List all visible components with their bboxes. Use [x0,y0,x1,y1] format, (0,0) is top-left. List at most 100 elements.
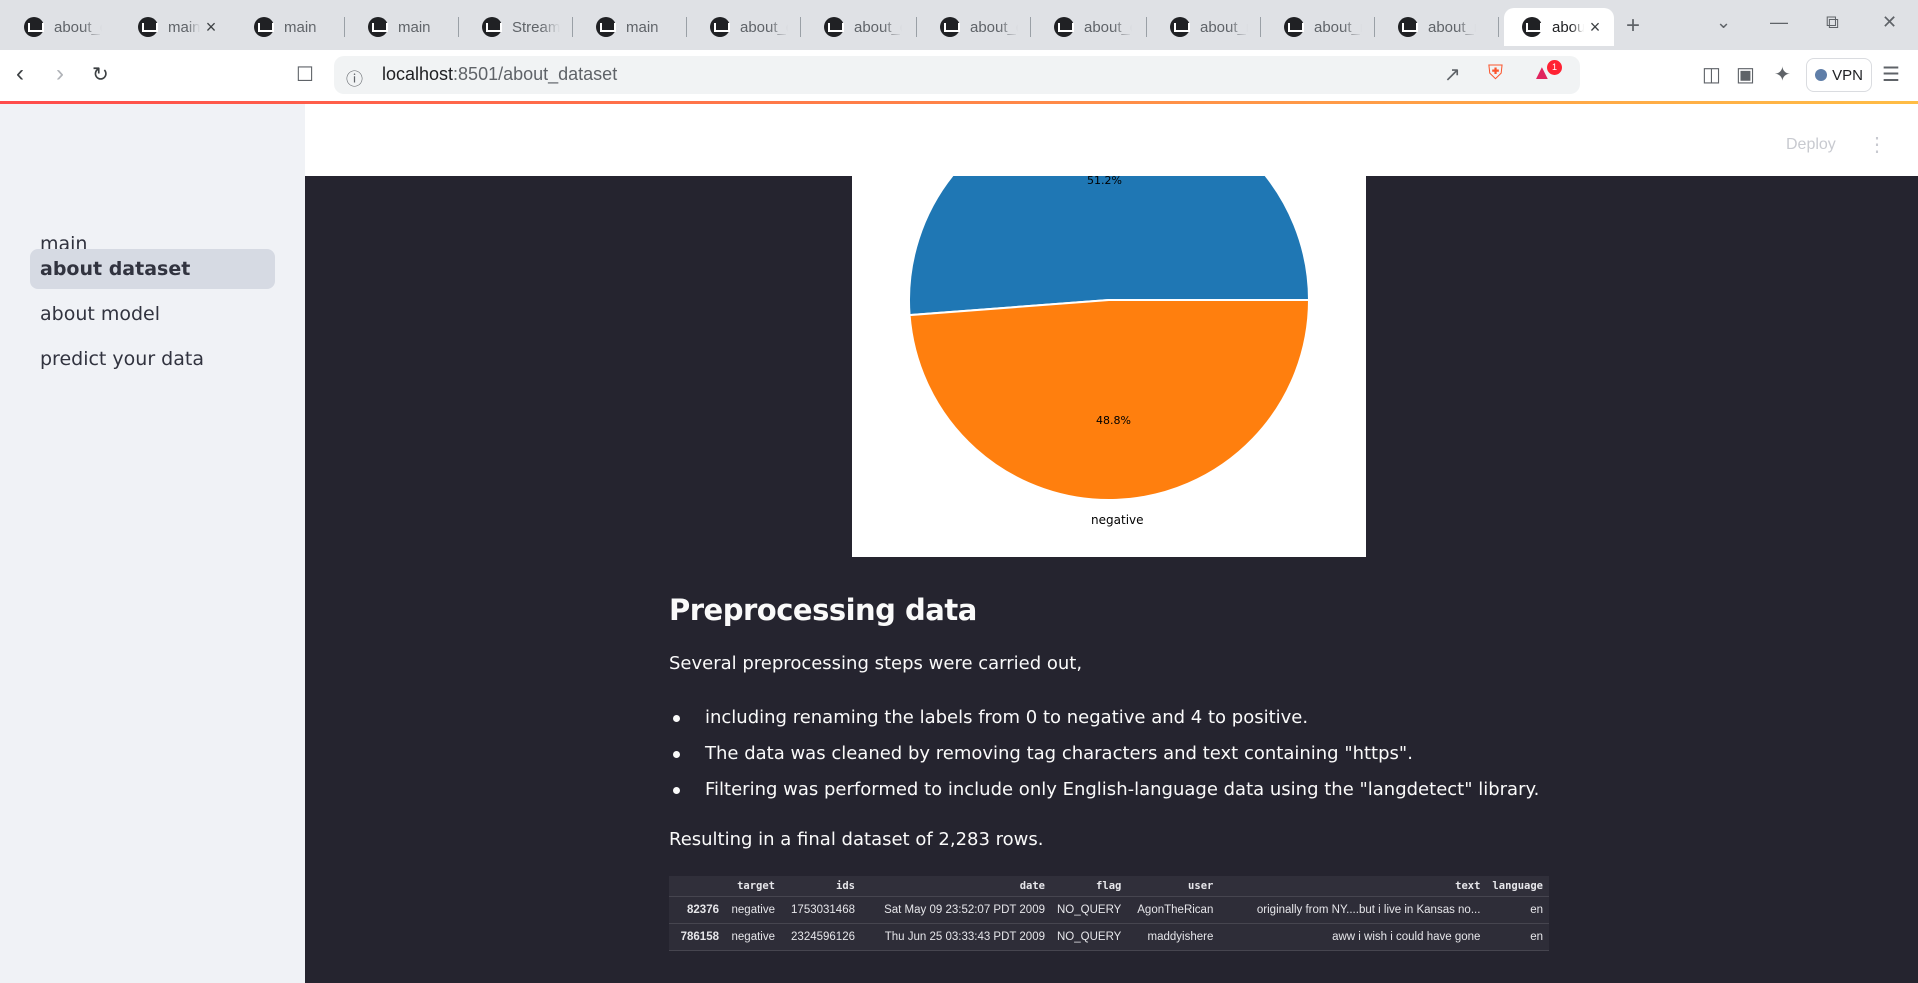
pie-slice-positive [908,176,1311,317]
streamlit-favicon-icon [138,17,158,37]
back-icon[interactable]: ‹ [16,60,24,88]
browser-tab[interactable]: main × [120,8,230,46]
rewards-badge: 1 [1547,60,1562,75]
browser-tab[interactable]: about_model [1266,8,1362,46]
preprocessing-steps-list: including renaming the labels from 0 to … [669,703,1539,811]
browser-tab[interactable]: main [236,8,332,46]
table-cell: en [1486,922,1549,951]
tab-title: main [284,18,317,36]
streamlit-favicon-icon [24,17,44,37]
tab-separator [344,17,345,37]
sidebar-item-predict[interactable]: predict your data [30,339,275,379]
table-cell: 2324596126 [781,922,861,951]
table-cell: negative [725,922,781,951]
pie-pct-label: 48.8% [1096,414,1131,427]
close-tab-icon[interactable]: × [200,17,222,38]
sidebar-item-label: about model [40,303,161,325]
table-row: 82376 negative 1753031468 Sat May 09 23:… [669,895,1549,923]
browser-tab[interactable]: main [350,8,446,46]
table-cell: aww i wish i could have gone [1219,922,1487,951]
url-text[interactable]: localhost:8501/about_dataset [382,64,617,85]
tab-title: about_dataset [54,18,102,36]
table-cell: en [1486,895,1549,923]
new-tab-button[interactable]: + [1626,12,1640,40]
tab-separator [1374,17,1375,37]
minimize-icon[interactable]: — [1770,12,1788,33]
forward-icon[interactable]: › [56,60,64,88]
table-cell: AgonTheRican [1127,895,1220,923]
column-header: user [1127,876,1220,896]
tab-separator [686,17,687,37]
tab-title: main [626,18,659,36]
tab-separator [1146,17,1147,37]
browser-tab[interactable]: about_model [1380,8,1476,46]
page-heading: Preprocessing data [669,593,977,627]
pie-chart: 51.2% 48.8% negative [908,176,1311,527]
tab-separator [1498,17,1499,37]
browser-tab[interactable]: about_dataset [922,8,1018,46]
bookmark-icon[interactable]: ☐ [296,62,314,87]
table-cell: NO_QUERY [1051,922,1128,951]
sidebar-toggle-icon[interactable]: ◫ [1702,62,1721,87]
pie-chart-figure: 51.2% 48.8% negative [852,176,1366,557]
sidebar: main about dataset about model predict y… [0,104,305,983]
sidebar-item-label: about dataset [40,258,191,280]
tab-separator [458,17,459,37]
sidebar-item-about-dataset[interactable]: about dataset [30,249,275,289]
pie-slice-label: negative [1091,513,1143,527]
restore-icon[interactable]: ⧉ [1826,12,1839,33]
streamlit-favicon-icon [1398,17,1418,37]
streamlit-favicon-icon [368,17,388,37]
deploy-button[interactable]: Deploy [1786,136,1836,154]
tab-search-icon[interactable]: ⌄ [1716,12,1731,33]
column-header: language [1486,876,1549,896]
reload-icon[interactable]: ↻ [92,62,109,87]
tab-separator [800,17,801,37]
tab-title: main [168,18,200,36]
column-header: date [861,876,1051,896]
column-header: flag [1051,876,1128,896]
menu-icon[interactable]: ☰ [1882,62,1900,87]
tab-title: about_dataset [1084,18,1132,36]
streamlit-favicon-icon [1284,17,1304,37]
close-tab-icon[interactable]: × [1584,17,1606,38]
brave-shields-icon[interactable]: ⛨ [1488,62,1503,85]
tab-title: about_model [1428,18,1476,36]
share-icon[interactable]: ↗ [1444,62,1461,87]
streamlit-favicon-icon [1054,17,1074,37]
streamlit-favicon-icon [1522,17,1542,37]
dataframe-table: target ids date flag user text language … [669,876,1549,951]
browser-tab[interactable]: about_dataset [1036,8,1132,46]
streamlit-favicon-icon [710,17,730,37]
browser-tab[interactable]: about_model [1152,8,1248,46]
url-path: :8501/about_dataset [453,64,618,84]
browser-tab[interactable]: about_dataset× [1504,8,1614,46]
sidebar-item-about-model[interactable]: about model [30,294,275,334]
table-cell: originally from NY....but i live in Kans… [1219,895,1487,923]
column-header: text [1219,876,1487,896]
table-cell: 1753031468 [781,895,861,923]
main-menu-icon[interactable]: ⋮ [1867,132,1887,157]
list-item: Filtering was performed to include only … [669,775,1539,811]
tab-title: main [398,18,431,36]
pie-slice-negative [908,299,1311,501]
streamlit-favicon-icon [482,17,502,37]
sidebar-item-label: predict your data [40,348,204,370]
vpn-status-icon [1815,69,1828,81]
browser-tab[interactable]: about_dataset [806,8,902,46]
browser-tab[interactable]: main [578,8,674,46]
close-window-icon[interactable]: ✕ [1882,12,1897,33]
browser-tab[interactable]: about_dataset [6,8,102,46]
column-header: target [725,876,781,896]
browser-tab[interactable]: Streamlit [464,8,560,46]
vpn-button[interactable]: VPN [1806,58,1872,92]
browser-tab[interactable]: about_dataset [692,8,788,46]
site-info-icon[interactable]: ⓘ [346,65,363,90]
row-index: 82376 [669,895,725,923]
tab-separator [572,17,573,37]
streamlit-favicon-icon [254,17,274,37]
tab-title: about_model [1314,18,1362,36]
wallet-icon[interactable]: ▣ [1736,62,1755,87]
leo-ai-icon[interactable]: ✦ [1774,62,1791,87]
streamlit-favicon-icon [824,17,844,37]
